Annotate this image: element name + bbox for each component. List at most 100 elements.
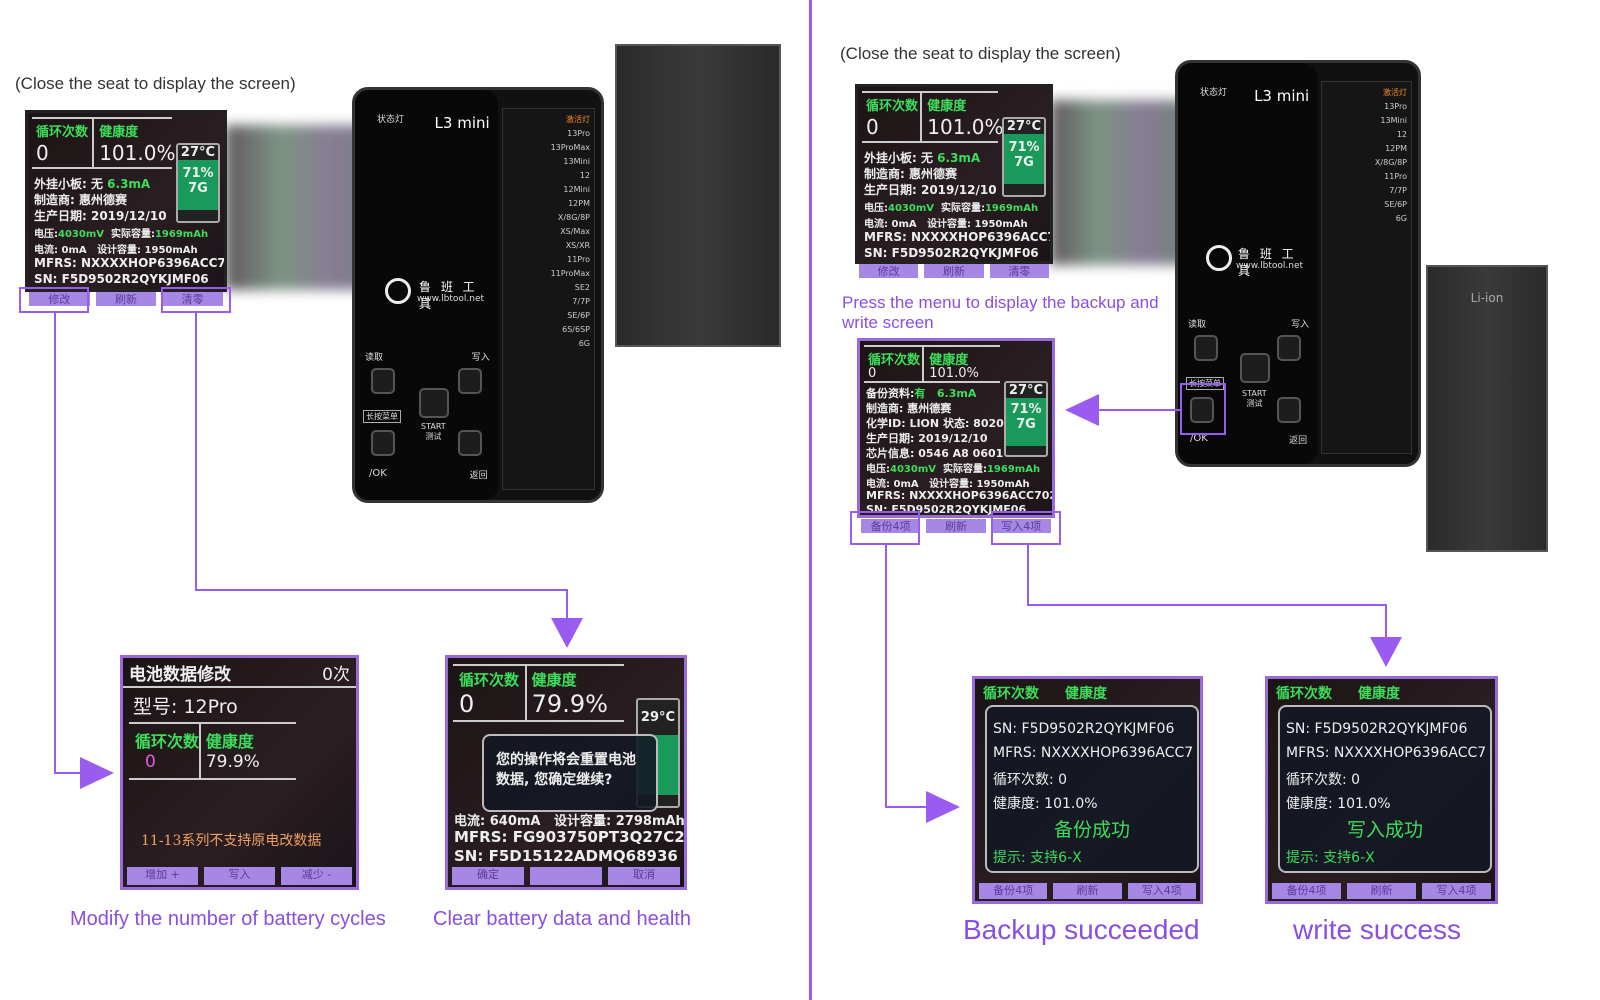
- sn: SN: F5D9502R2QYKJMF06: [1286, 721, 1468, 737]
- temp: 27°C: [1006, 119, 1042, 134]
- clear-screen: 循环次数 0 健康度 79.9% 29°C 您的操作将会重置电池数据, 您确定继…: [445, 655, 687, 890]
- main-screen-left: 循环次数 0 健康度 101.0% 27°C 71% 7G 外挂小板: 无 6.3…: [25, 110, 227, 292]
- health-value: 101.0%: [927, 115, 1004, 139]
- cycles-label: 循环次数: [866, 99, 919, 114]
- battery-icon: 27°C 71% 7G: [1002, 117, 1046, 197]
- pcb-label: 6S/6SP: [562, 325, 590, 334]
- sn: SN: F5D15122ADMQ68936: [454, 847, 678, 865]
- backup-button[interactable]: 备份4项: [979, 883, 1048, 899]
- pcb-label: SE/6P: [1384, 200, 1407, 209]
- start-key[interactable]: [1240, 353, 1270, 383]
- refresh-button[interactable]: 刷新: [924, 264, 984, 278]
- temp: 27°C: [1008, 383, 1044, 398]
- pcb-label: SE/6P: [567, 311, 590, 320]
- read-key[interactable]: [1194, 335, 1218, 361]
- line: 1969mAh: [986, 464, 1041, 475]
- gen: 7G: [1014, 155, 1034, 170]
- sn: SN: F5D9502R2QYKJMF06: [993, 721, 1175, 737]
- cycles-value: 0: [868, 366, 877, 381]
- pcb-label: 12PM: [1385, 144, 1407, 153]
- increase-button[interactable]: 增加 +: [127, 867, 198, 885]
- line: 制造商: 惠州德赛: [34, 193, 127, 207]
- brand-url: www.lbtool.net: [1236, 261, 1304, 271]
- cycles-value: 0: [36, 141, 49, 165]
- decrease-button[interactable]: 减少 -: [281, 867, 352, 885]
- caption-write: write success: [1293, 914, 1462, 945]
- write-label: 写入: [1291, 320, 1310, 330]
- hint: 提示: 支持6-X: [1286, 850, 1375, 866]
- connector-line: [1027, 604, 1386, 606]
- blank-button[interactable]: [530, 867, 602, 885]
- write-key[interactable]: [457, 368, 482, 394]
- start-key[interactable]: [419, 388, 449, 418]
- line: 电压:: [864, 203, 888, 214]
- mfrs: MFRS: NXXXXHOP6396ACC702L: [866, 489, 1055, 502]
- modify-button[interactable]: 修改: [859, 264, 919, 278]
- gen: 7G: [1016, 417, 1036, 432]
- mfrs: MFRS: NXXXXHOP6396ACC702: [34, 256, 227, 270]
- line: 外挂小板: 无: [864, 151, 933, 165]
- cycles-value[interactable]: 0: [145, 752, 156, 772]
- arrow-down-icon: [1370, 637, 1402, 667]
- cycles-value: 0: [866, 115, 879, 139]
- pcb-label: 12: [1396, 130, 1407, 139]
- connector-line: [1027, 545, 1029, 605]
- pcb-label: 6G: [1395, 214, 1407, 223]
- arrow-right-icon: [926, 791, 960, 823]
- health-value: 101.0%: [929, 366, 979, 381]
- health-label: 健康度: [1358, 686, 1400, 702]
- write-button[interactable]: 写入: [204, 867, 275, 885]
- battery-icon: 27°C 71% 7G: [176, 143, 220, 223]
- cycles-label: 循环次数: [1276, 686, 1332, 702]
- ok-key[interactable]: [371, 430, 395, 456]
- cycles-value: 0: [459, 690, 475, 718]
- highlight-menu-key: [1180, 383, 1226, 435]
- current: 电流: 640mA: [454, 814, 541, 829]
- refresh-button[interactable]: 刷新: [95, 292, 157, 306]
- status-light-label: 状态灯: [377, 115, 405, 125]
- backup-success-screen: 循环次数 健康度 SN: F5D9502R2QYKJMF06 MFRS: NXX…: [972, 676, 1203, 904]
- health: 健康度: 101.0%: [993, 796, 1098, 812]
- pcb-label: XS/Max: [560, 227, 590, 236]
- connector-line: [1385, 604, 1387, 638]
- menu-caption: Press the menu to display the backup and…: [842, 293, 1159, 332]
- pcb-label: 13ProMax: [550, 143, 590, 152]
- pcb-label: 6G: [578, 339, 590, 348]
- highlight-backup: [850, 511, 920, 545]
- mfrs: MFRS: NXXXXHOP6396ACC702: [864, 230, 1053, 244]
- write-key[interactable]: [1277, 335, 1302, 361]
- pcb-socket: 激活灯 13Pro 13ProMax 13Mini 12 12Mini 12PM…: [501, 108, 595, 490]
- refresh-button[interactable]: 刷新: [926, 519, 986, 533]
- pcb-label: 12PM: [568, 199, 590, 208]
- line: 设计容量: 1950mAh: [97, 245, 198, 256]
- health-value: 79.9%: [531, 690, 608, 718]
- caption-clear: Clear battery data and health: [433, 908, 691, 930]
- refresh-button[interactable]: 刷新: [1347, 883, 1416, 899]
- back-key[interactable]: [457, 430, 482, 456]
- backup-button[interactable]: 备份4项: [1272, 883, 1341, 899]
- health-label: 健康度: [927, 99, 967, 114]
- clear-button[interactable]: 清零: [989, 264, 1049, 278]
- temp: 29°C: [640, 710, 676, 725]
- backup-menu-screen: 循环次数 0 健康度 101.0% 27°C 71% 7G 备份资料:有 6.3m…: [857, 338, 1055, 518]
- line: 生产日期: 2019/12/10: [866, 432, 988, 445]
- status-message: 备份成功: [1053, 819, 1130, 841]
- cancel-button[interactable]: 取消: [608, 867, 680, 885]
- refresh-button[interactable]: 刷新: [1053, 883, 1122, 899]
- pcb-label: X/8G/8P: [557, 213, 590, 222]
- write-button[interactable]: 写入4项: [1422, 883, 1491, 899]
- confirm-button[interactable]: 确定: [452, 867, 524, 885]
- write-button[interactable]: 写入4项: [1127, 883, 1196, 899]
- health-value: 101.0%: [99, 141, 176, 165]
- back-key[interactable]: [1277, 397, 1302, 423]
- pcb-label: 12Mini: [563, 185, 590, 194]
- start-label: START: [1242, 389, 1267, 398]
- line: 制造商: 惠州德赛: [866, 402, 952, 415]
- gear-logo-icon: [1206, 245, 1232, 271]
- line: 实际容量:: [110, 229, 155, 240]
- line: 化学ID: LION 状态: 8020: [866, 417, 1004, 430]
- back-label: 返回: [469, 471, 488, 481]
- read-key[interactable]: [371, 368, 395, 394]
- pcb-label: 13Mini: [563, 157, 590, 166]
- cycles-label: 循环次数: [983, 686, 1039, 702]
